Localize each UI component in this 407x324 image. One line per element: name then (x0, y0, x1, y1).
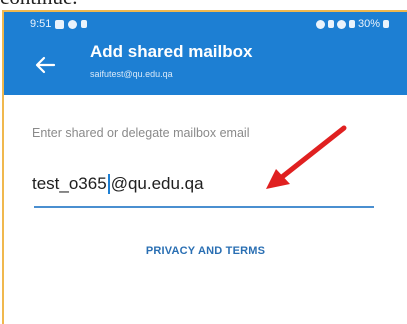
privacy-and-terms-link[interactable]: PRIVACY AND TERMS (4, 245, 407, 257)
input-text-after-caret: @qu.edu.qa (110, 174, 204, 193)
back-arrow-icon[interactable] (34, 54, 56, 76)
mailbox-email-label: Enter shared or delegate mailbox email (32, 126, 250, 140)
status-left: 9:51 (30, 18, 88, 30)
status-right: 30% (315, 18, 389, 30)
chat-notification-icon (68, 19, 78, 29)
gallery-notification-icon (55, 19, 65, 29)
status-time: 9:51 (30, 18, 52, 30)
account-email: saifutest@qu.edu.qa (90, 69, 173, 79)
mailbox-email-input[interactable]: test_o365 @qu.edu.qa (32, 174, 204, 194)
phone-screen: 9:51 30% Add shared mailbox saifutest@qu… (2, 10, 407, 324)
input-underline (34, 206, 374, 208)
battery-percent: 30% (357, 18, 380, 30)
text-caret (107, 174, 110, 194)
signal-icon (348, 20, 355, 28)
cropped-caption-text: continue. (0, 0, 90, 9)
alarm-icon (315, 19, 325, 29)
cropped-caption: continue. (0, 0, 407, 10)
wifi-icon (336, 19, 346, 29)
app-bar: 9:51 30% Add shared mailbox saifutest@qu… (4, 12, 407, 95)
battery-icon (383, 20, 389, 28)
input-text-before-caret: test_o365 (32, 174, 107, 193)
status-bar: 9:51 30% (4, 12, 407, 34)
mute-icon (327, 20, 334, 28)
page-title: Add shared mailbox (90, 42, 253, 61)
alert-notification-icon (81, 20, 88, 28)
